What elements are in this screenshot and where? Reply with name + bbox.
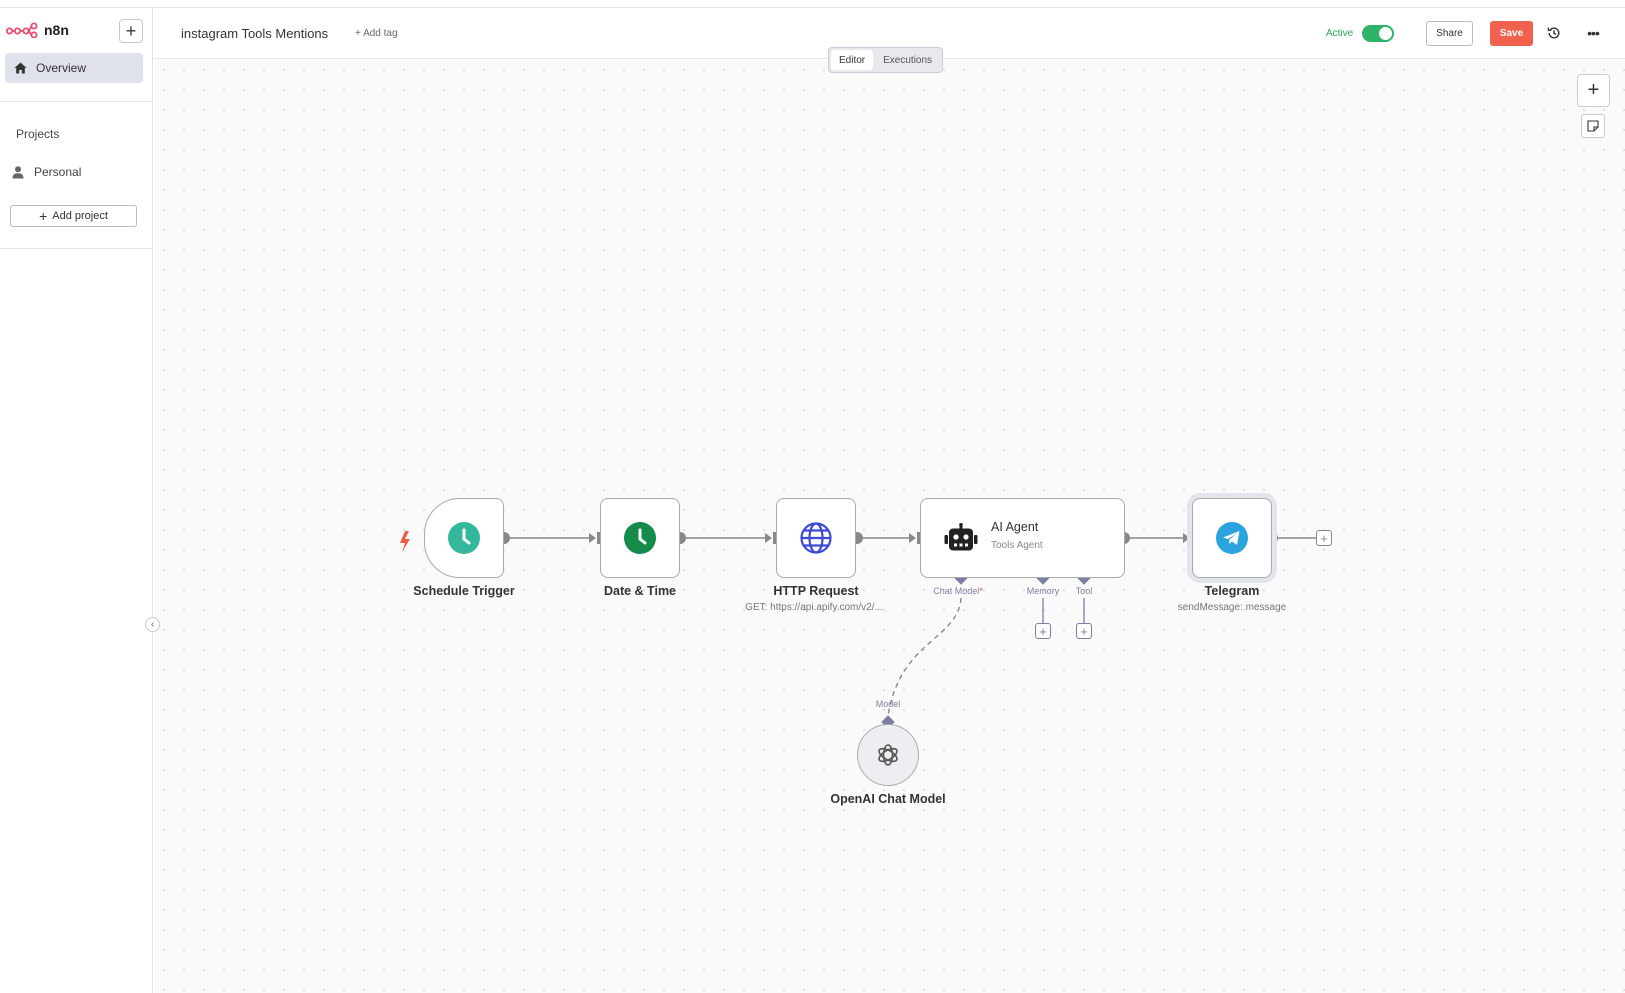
sidebar-divider bbox=[0, 101, 153, 102]
logo-text: n8n bbox=[44, 22, 69, 38]
add-next-node-button[interactable]: + bbox=[1316, 530, 1332, 546]
window-top-border bbox=[0, 0, 1625, 8]
telegram-icon bbox=[1216, 522, 1248, 554]
port-label-model: Model bbox=[875, 699, 901, 709]
add-project-label: Add project bbox=[52, 210, 108, 222]
plus-icon: + bbox=[1080, 623, 1088, 639]
sidebar: n8n + Overview Projects Personal + Add p… bbox=[0, 8, 153, 993]
plus-icon: + bbox=[1320, 530, 1328, 546]
port-label-tool: Tool bbox=[1075, 586, 1093, 596]
node-http-request[interactable] bbox=[776, 498, 856, 578]
add-project-button[interactable]: + Add project bbox=[10, 205, 137, 227]
node-subtitle: GET: https://api.apify.com/v2/... bbox=[745, 602, 883, 613]
sidebar-divider bbox=[0, 248, 153, 249]
user-icon bbox=[12, 165, 24, 178]
node-schedule-trigger[interactable] bbox=[424, 498, 504, 578]
node-ai-agent[interactable]: AI Agent Tools Agent bbox=[920, 498, 1125, 578]
add-memory-button[interactable]: + bbox=[1035, 623, 1051, 639]
sidebar-item-label: Personal bbox=[34, 165, 82, 179]
workflow-name[interactable]: instagram Tools Mentions bbox=[181, 26, 328, 41]
save-button[interactable]: Save bbox=[1490, 21, 1533, 46]
plus-icon: + bbox=[125, 20, 137, 41]
home-icon bbox=[14, 62, 27, 74]
required-marker: * bbox=[979, 586, 983, 596]
node-label: Date & Time bbox=[603, 584, 677, 598]
history-icon[interactable] bbox=[1545, 24, 1563, 42]
chevron-left-icon: ‹ bbox=[150, 619, 155, 630]
node-label: Schedule Trigger bbox=[413, 584, 515, 598]
active-label: Active bbox=[1326, 28, 1354, 39]
clock-icon bbox=[448, 522, 480, 554]
openai-icon bbox=[878, 744, 898, 766]
n8n-logo[interactable]: n8n bbox=[6, 22, 69, 38]
zoom-in-button[interactable]: + bbox=[1577, 74, 1610, 107]
more-options-icon[interactable]: ••• bbox=[1584, 24, 1602, 42]
node-label: HTTP Request bbox=[773, 584, 859, 598]
add-tag-button[interactable]: + Add tag bbox=[355, 28, 398, 39]
node-label: Telegram bbox=[1204, 584, 1260, 598]
plus-icon: + bbox=[39, 208, 48, 224]
workflow-canvas[interactable] bbox=[154, 60, 1625, 993]
node-subtitle: sendMessage: message bbox=[1177, 602, 1287, 613]
node-telegram[interactable] bbox=[1192, 498, 1272, 578]
create-new-button[interactable]: + bbox=[119, 19, 143, 43]
plus-icon: + bbox=[1587, 79, 1600, 101]
node-label: AI Agent bbox=[991, 520, 1039, 534]
port-label-memory: Memory bbox=[1026, 586, 1060, 596]
robot-icon bbox=[944, 523, 978, 551]
sidebar-item-overview[interactable]: Overview bbox=[5, 53, 143, 83]
add-sticky-note-button[interactable] bbox=[1581, 114, 1605, 138]
collapse-sidebar-button[interactable]: ‹ bbox=[145, 617, 160, 632]
node-subtitle: Tools Agent bbox=[991, 540, 1043, 551]
sidebar-item-personal[interactable]: Personal bbox=[12, 165, 81, 179]
node-label: OpenAI Chat Model bbox=[830, 792, 946, 806]
tab-executions[interactable]: Executions bbox=[875, 50, 940, 70]
toggle-knob bbox=[1379, 27, 1392, 40]
tab-editor[interactable]: Editor bbox=[831, 50, 874, 70]
node-openai-chat-model[interactable] bbox=[857, 724, 919, 786]
share-button[interactable]: Share bbox=[1426, 21, 1473, 46]
sidebar-item-label: Overview bbox=[36, 61, 87, 75]
globe-icon bbox=[800, 522, 832, 554]
projects-heading: Projects bbox=[16, 127, 60, 141]
sticky-note-icon bbox=[1587, 120, 1599, 132]
view-tabs: Editor Executions bbox=[828, 47, 944, 73]
port-label-chat-model: Chat Model* bbox=[933, 586, 983, 596]
clock-icon bbox=[624, 522, 656, 554]
plus-icon: + bbox=[1039, 623, 1047, 639]
add-tool-button[interactable]: + bbox=[1076, 623, 1092, 639]
active-toggle[interactable] bbox=[1362, 25, 1394, 42]
node-date-time[interactable] bbox=[600, 498, 680, 578]
n8n-logo-icon bbox=[6, 22, 38, 38]
